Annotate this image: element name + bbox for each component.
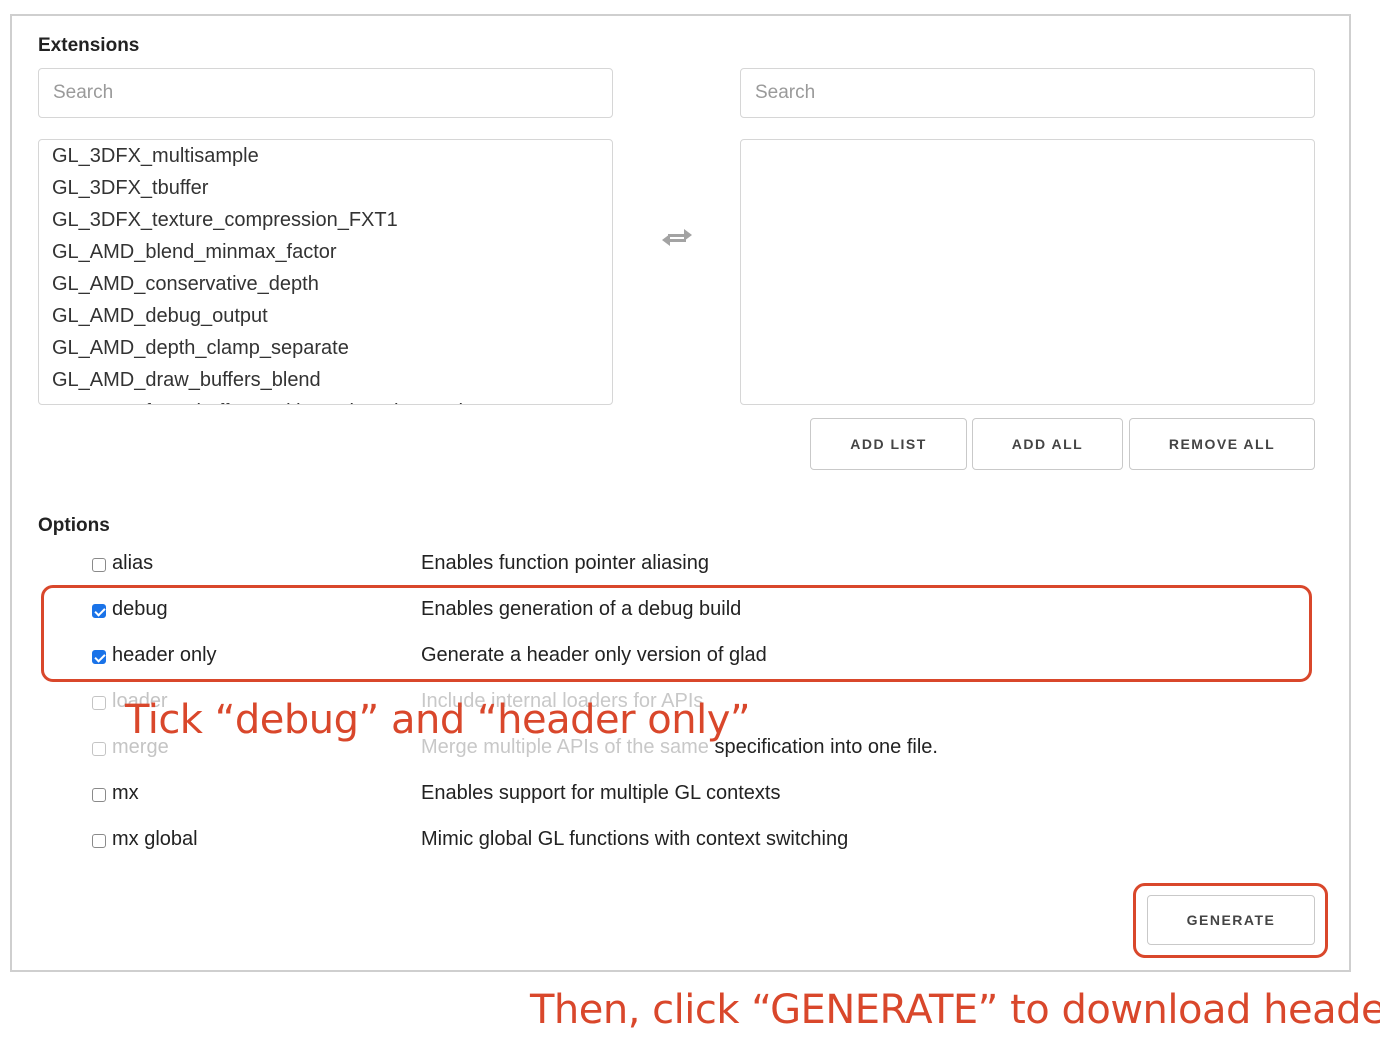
available-extensions-search-input[interactable] bbox=[38, 68, 613, 118]
option-name: mx bbox=[112, 782, 139, 804]
selected-extensions-list[interactable] bbox=[740, 139, 1315, 405]
option-description: Enables support for multiple GL contexts bbox=[421, 782, 781, 804]
swap-arrows-icon[interactable] bbox=[660, 222, 694, 252]
add-list-button[interactable]: ADD LIST bbox=[810, 418, 967, 470]
extensions-title: Extensions bbox=[38, 35, 140, 56]
list-item[interactable]: GL_AMD_framebuffer_multisample_advanced bbox=[39, 396, 612, 404]
list-item[interactable]: GL_AMD_debug_output bbox=[39, 300, 612, 332]
add-all-button[interactable]: ADD ALL bbox=[972, 418, 1123, 470]
options-title: Options bbox=[38, 515, 110, 536]
option-name: mx global bbox=[112, 828, 198, 850]
loader-checkbox[interactable] bbox=[92, 696, 106, 710]
mx-global-checkbox[interactable] bbox=[92, 834, 106, 848]
selected-extensions-search-input[interactable] bbox=[740, 68, 1315, 118]
list-item[interactable]: GL_3DFX_multisample bbox=[39, 140, 612, 172]
generate-annotation: Then, click “GENERATE” to download heade… bbox=[530, 987, 1380, 1033]
available-extensions-list[interactable]: GL_3DFX_multisample GL_3DFX_tbuffer GL_3… bbox=[38, 139, 613, 405]
option-description: Mimic global GL functions with context s… bbox=[421, 828, 849, 850]
debug-header-only-highlight bbox=[41, 585, 1312, 682]
option-name: alias bbox=[112, 552, 154, 574]
list-item[interactable]: GL_AMD_depth_clamp_separate bbox=[39, 332, 612, 364]
option-description: Enables function pointer aliasing bbox=[421, 552, 709, 574]
option-mx-global[interactable]: mx global Mimic global GL functions with… bbox=[90, 826, 1090, 856]
mx-checkbox[interactable] bbox=[92, 788, 106, 802]
list-item[interactable]: GL_3DFX_tbuffer bbox=[39, 172, 612, 204]
tick-annotation: Tick “debug” and “header only” bbox=[125, 697, 751, 743]
list-item[interactable]: GL_AMD_conservative_depth bbox=[39, 268, 612, 300]
remove-all-button[interactable]: REMOVE ALL bbox=[1129, 418, 1315, 470]
merge-checkbox[interactable] bbox=[92, 742, 106, 756]
alias-checkbox[interactable] bbox=[92, 558, 106, 572]
option-mx[interactable]: mx Enables support for multiple GL conte… bbox=[90, 780, 1090, 810]
list-item[interactable]: GL_AMD_draw_buffers_blend bbox=[39, 364, 612, 396]
list-item[interactable]: GL_AMD_blend_minmax_factor bbox=[39, 236, 612, 268]
option-alias[interactable]: alias Enables function pointer aliasing bbox=[90, 550, 1090, 580]
generate-highlight bbox=[1133, 883, 1328, 958]
list-item[interactable]: GL_3DFX_texture_compression_FXT1 bbox=[39, 204, 612, 236]
